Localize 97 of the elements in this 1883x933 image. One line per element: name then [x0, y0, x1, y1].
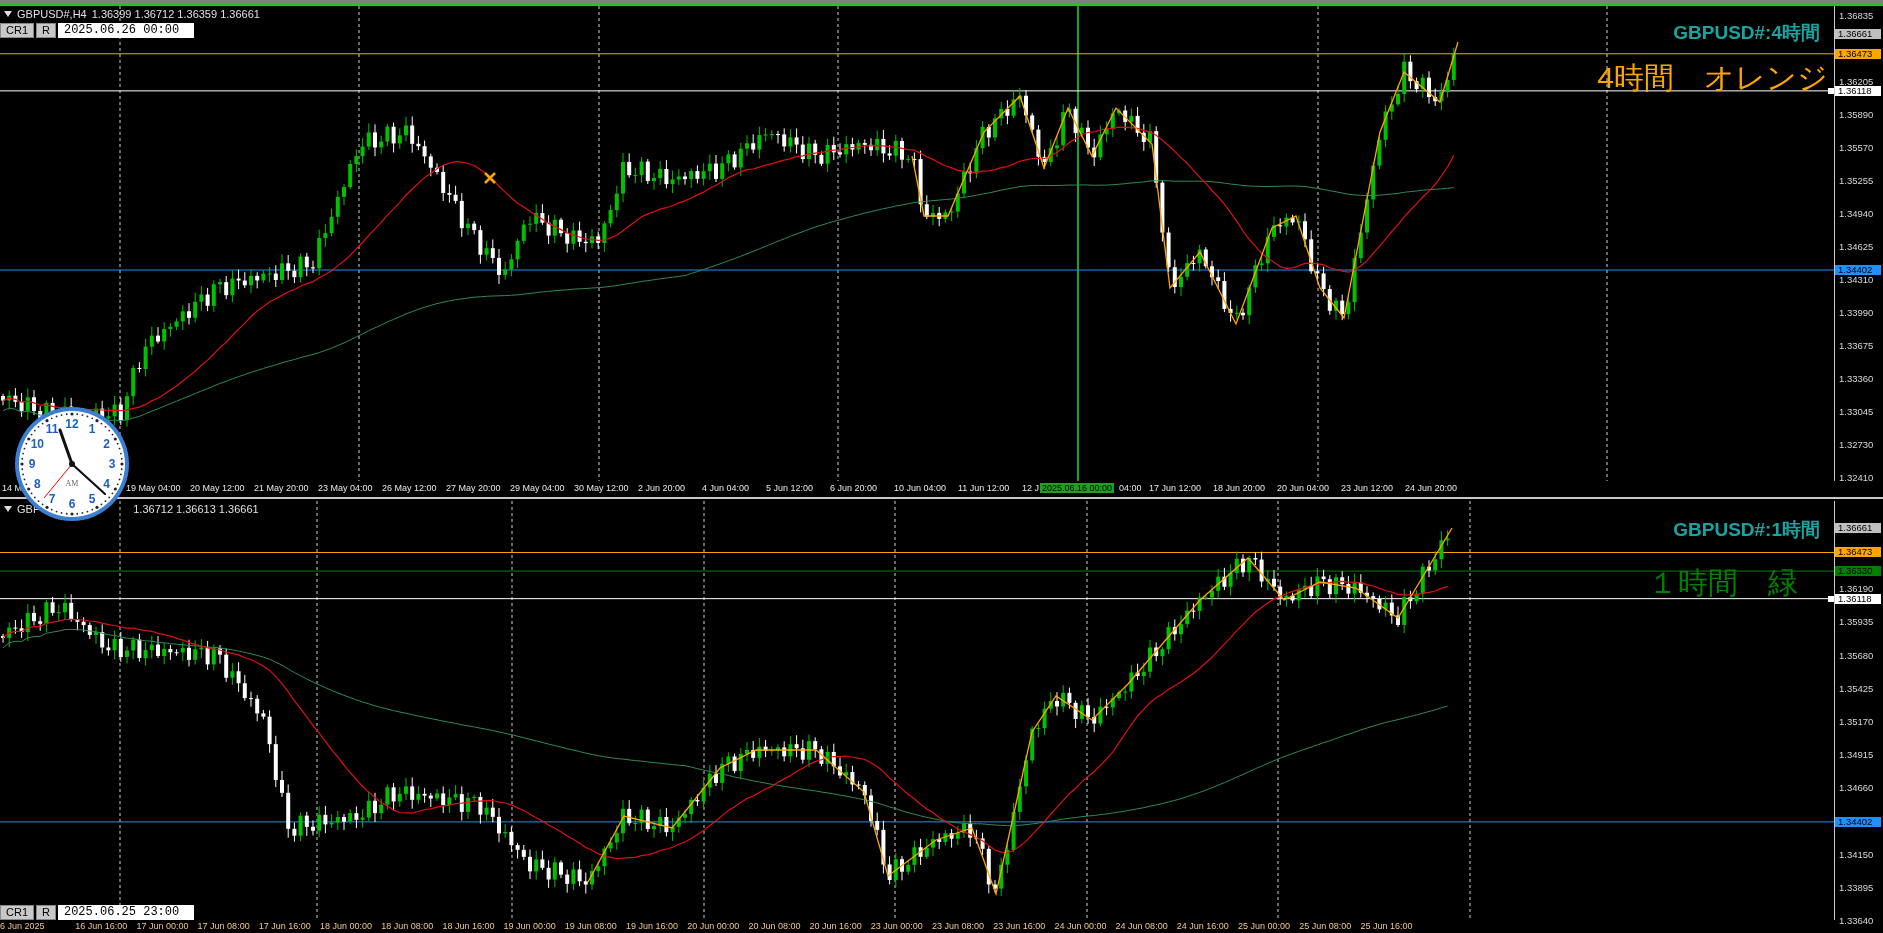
date-field[interactable]: 2025.06.26 00:00 [57, 23, 194, 38]
time-label: 6 Jun 20:00 [830, 483, 878, 493]
price-tick: 1.34150 [1839, 849, 1874, 860]
time-label: 25 Jun 16:00 [1360, 921, 1413, 931]
time-label: 4 Jun 04:00 [702, 483, 750, 493]
time-label: 25 Jun 08:00 [1299, 921, 1352, 931]
symbol-label: GBPUSD#,H4 [17, 8, 87, 20]
time-label: 16 Jun 16:00 [75, 921, 128, 931]
price-tick: 1.35935 [1839, 617, 1874, 628]
time-label: 19 May 04:00 [126, 483, 181, 493]
price-tick: 1.35425 [1839, 683, 1874, 694]
time-label: 26 May 12:00 [382, 483, 437, 493]
time-label: 10 Jun 04:00 [894, 483, 947, 493]
price-tick: 1.34940 [1839, 208, 1874, 219]
price-tick: 1.35255 [1839, 175, 1874, 186]
collapse-arrow-icon[interactable] [4, 11, 12, 17]
price-tick: 1.33360 [1839, 373, 1874, 384]
time-label: 04:00 [1119, 483, 1142, 493]
time-label: 20 May 12:00 [190, 483, 245, 493]
chart-title: GBPUSD#:4時間 [1673, 21, 1820, 45]
price-tick: 1.34660 [1839, 783, 1874, 794]
price-tick: 1.34625 [1839, 241, 1874, 252]
chart-note: 4時間 オレンジ [1597, 60, 1828, 96]
price-tick: 1.33895 [1839, 882, 1874, 893]
quote-text: 1.36712 1.36613 1.36661 [133, 503, 259, 515]
cross-mark-icon [483, 171, 497, 185]
price-tag: 1.36473 [1835, 547, 1881, 558]
line-handle[interactable] [1828, 87, 1834, 94]
time-label: 6 Jun 2025 [0, 921, 45, 931]
price-tick: 1.33640 [1839, 916, 1874, 926]
time-label: 23 Jun 00:00 [870, 921, 923, 931]
time-label: 18 Jun 08:00 [381, 921, 434, 931]
time-label: 29 May 04:00 [510, 483, 565, 493]
price-tag: 1.36661 [1835, 29, 1881, 40]
time-label: 25 Jun 00:00 [1238, 921, 1291, 931]
time-label: 20 Jun 08:00 [748, 921, 801, 931]
time-label: 17 Jun 00:00 [136, 921, 189, 931]
time-label: 5 Jun 12:00 [766, 483, 814, 493]
time-label: 23 Jun 08:00 [932, 921, 985, 931]
line-handle[interactable] [1828, 595, 1834, 602]
time-label: 27 May 20:00 [446, 483, 501, 493]
toolbar-button[interactable]: R [36, 905, 56, 920]
time-label: 20 Jun 00:00 [687, 921, 740, 931]
time-label: 17 Jun 16:00 [258, 921, 311, 931]
time-label: 24 Jun 08:00 [1115, 921, 1168, 931]
time-label: 19 Jun 16:00 [626, 921, 679, 931]
time-label: 20 Jun 16:00 [809, 921, 862, 931]
price-tag: 1.36473 [1835, 48, 1881, 59]
toolbar-button[interactable]: R [36, 23, 56, 38]
date-field[interactable]: 2025.06.25 23:00 [57, 905, 194, 920]
price-tick: 1.33675 [1839, 340, 1874, 351]
time-label: 23 Jun 12:00 [1341, 483, 1394, 493]
price-tick: 1.35570 [1839, 143, 1874, 154]
time-label: 2 Jun 20:00 [638, 483, 686, 493]
time-label: 18 Jun 16:00 [442, 921, 495, 931]
time-label: 21 May 20:00 [254, 483, 309, 493]
time-label: 23 May 04:00 [318, 483, 373, 493]
collapse-arrow-icon[interactable] [4, 506, 12, 512]
time-label: 30 May 12:00 [574, 483, 629, 493]
time-label: 11 Jun 12:00 [958, 483, 1010, 493]
time-label: 19 Jun 00:00 [503, 921, 556, 931]
time-label: 23 Jun 16:00 [993, 921, 1046, 931]
time-label: 17 Jun 08:00 [197, 921, 250, 931]
price-tick: 1.36190 [1839, 584, 1874, 595]
time-label: 24 Jun 00:00 [1054, 921, 1107, 931]
quote-text: 1.36399 1.36712 1.36359 1.36661 [91, 8, 260, 20]
toolbar-button[interactable]: CR1 [0, 905, 34, 920]
toolbar-button[interactable]: CR1 [0, 23, 34, 38]
time-label: 18 Jun 20:00 [1213, 483, 1266, 493]
price-tick: 1.35170 [1839, 716, 1874, 727]
price-tag: 1.36330 [1835, 566, 1881, 577]
price-tick: 1.36205 [1839, 76, 1874, 87]
price-tick: 1.34310 [1839, 274, 1874, 285]
chart-title: GBPUSD#:1時間 [1673, 518, 1820, 542]
price-tick: 1.35680 [1839, 650, 1874, 661]
time-label: 12 J [1022, 483, 1039, 493]
price-tag: 1.34402 [1835, 265, 1881, 275]
price-tag: 1.36118 [1835, 85, 1881, 96]
price-tick: 1.34915 [1839, 750, 1874, 761]
time-label: 19 Jun 08:00 [564, 921, 617, 931]
price-tick: 1.33990 [1839, 308, 1874, 319]
time-label: 24 Jun 20:00 [1405, 483, 1458, 493]
time-label: 17 Jun 12:00 [1149, 483, 1202, 493]
price-tick: 1.33045 [1839, 406, 1874, 417]
price-tag: 1.36118 [1835, 593, 1881, 604]
cursor-time-label: 2025.06.16 00:00 [1040, 483, 1115, 493]
price-tag: 1.34402 [1835, 816, 1881, 827]
price-tag: 1.36661 [1835, 523, 1881, 534]
time-label: 24 Jun 16:00 [1176, 921, 1229, 931]
price-tick: 1.35890 [1839, 109, 1874, 120]
price-tick: 1.32730 [1839, 439, 1874, 450]
time-label: 18 Jun 00:00 [320, 921, 373, 931]
time-label: 20 Jun 04:00 [1277, 483, 1330, 493]
price-line[interactable] [0, 821, 1834, 823]
price-tick: 1.32410 [1839, 473, 1874, 483]
price-tick: 1.36835 [1839, 11, 1874, 21]
chart-note: １時間 緑 [1648, 565, 1798, 601]
